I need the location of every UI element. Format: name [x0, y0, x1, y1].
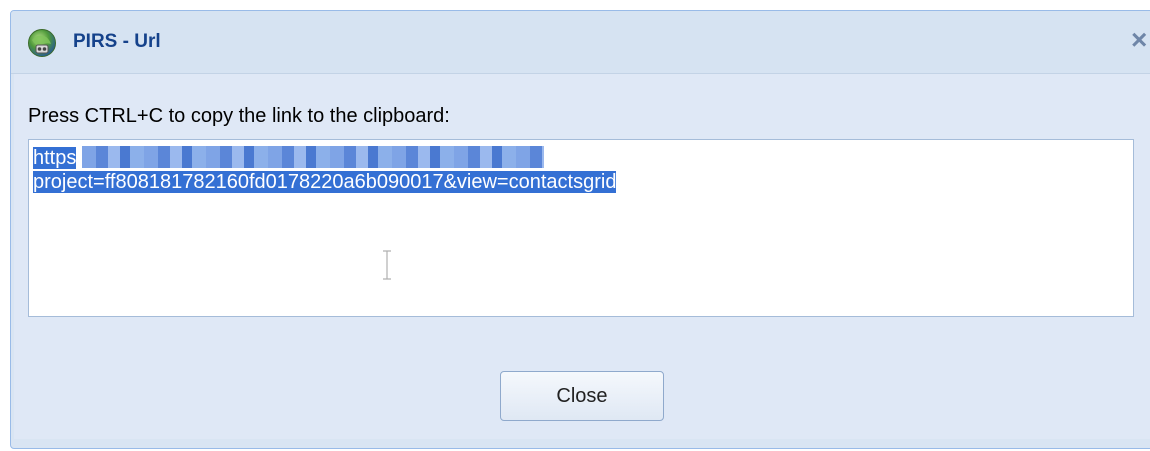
- close-button[interactable]: Close: [500, 371, 664, 421]
- url-line-2: project=ff808181782160fd0178220a6b090017…: [33, 170, 1129, 194]
- url-line-1: https: [33, 146, 1129, 170]
- redacted-url-segment: [82, 146, 545, 168]
- pirs-globe-icon: [27, 28, 57, 58]
- url-protocol-text: https: [33, 147, 77, 169]
- close-icon[interactable]: ×: [1131, 25, 1150, 55]
- dialog-titlebar[interactable]: PIRS - Url ×: [11, 11, 1150, 74]
- url-textarea[interactable]: https project=ff808181782160fd0178220a6b…: [28, 139, 1134, 317]
- copy-instruction-text: Press CTRL+C to copy the link to the cli…: [28, 105, 450, 127]
- dialog-title: PIRS - Url: [73, 31, 161, 52]
- dialog-body: Press CTRL+C to copy the link to the cli…: [14, 74, 1150, 439]
- url-query-text: project=ff808181782160fd0178220a6b090017…: [33, 171, 617, 193]
- text-cursor-icon: [381, 250, 393, 280]
